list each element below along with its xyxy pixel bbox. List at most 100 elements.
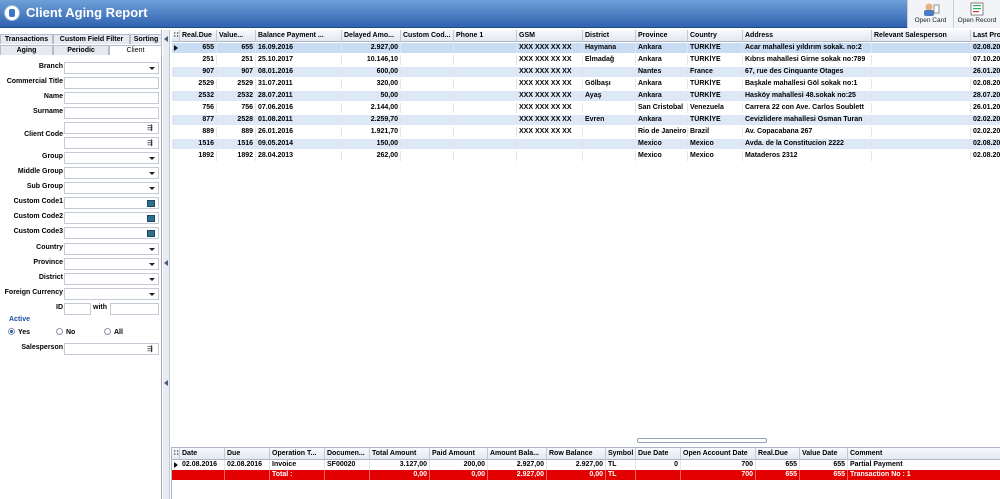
table-cell[interactable]: 1516 [217, 139, 256, 149]
table-cell[interactable]: 2529 [217, 79, 256, 89]
table-cell[interactable]: Evren [583, 115, 636, 125]
table-cell[interactable]: 2532 [217, 91, 256, 101]
table-cell[interactable] [401, 43, 454, 53]
column-header[interactable]: Symbol [606, 448, 636, 460]
table-cell[interactable]: Elmadağ [583, 55, 636, 65]
table-cell[interactable]: 907 [180, 67, 217, 77]
column-header[interactable]: ∷ [172, 448, 180, 460]
column-header[interactable]: Documen... [325, 448, 370, 460]
table-cell[interactable] [454, 79, 517, 89]
surname-input[interactable] [64, 107, 159, 119]
table-cell[interactable]: Mexico [688, 151, 743, 161]
table-cell[interactable]: 655 [756, 460, 800, 470]
foreign-currency-select[interactable] [64, 288, 159, 300]
table-cell[interactable]: 2528 [217, 115, 256, 125]
table-cell[interactable] [872, 67, 971, 77]
table-cell[interactable]: Mexico [636, 139, 688, 149]
table-cell[interactable]: Carrera 22 con Ave. Carlos Soublett [743, 103, 872, 113]
table-cell[interactable] [454, 151, 517, 161]
column-header[interactable]: Amount Bala... [488, 448, 547, 460]
table-cell[interactable]: 1892 [180, 151, 217, 161]
table-cell[interactable] [872, 91, 971, 101]
table-cell[interactable]: 25.10.2017 [256, 55, 342, 65]
table-cell[interactable]: XXX XXX XX XX [517, 115, 583, 125]
tab-client[interactable]: Client [109, 45, 162, 55]
panel-splitter[interactable] [163, 30, 170, 499]
table-cell[interactable]: 2.927,00 [547, 460, 606, 470]
column-header[interactable]: ∷ [172, 30, 180, 42]
table-row[interactable]: 907 907 08.01.2016 600,00 XXX XXX XX XX Nante… [172, 67, 1000, 77]
table-cell[interactable]: 01.08.2011 [256, 115, 342, 125]
table-cell[interactable]: 10.146,10 [342, 55, 401, 65]
table-cell[interactable] [583, 139, 636, 149]
active-all-radio[interactable]: All [104, 328, 123, 336]
column-header[interactable]: Row Balance [547, 448, 606, 460]
table-cell[interactable] [401, 127, 454, 137]
table-cell[interactable]: Invoice [270, 460, 325, 470]
tab-transactions[interactable]: Transactions [0, 34, 53, 44]
table-cell[interactable]: 67, rue des Cinquante Otages [743, 67, 872, 77]
table-cell[interactable]: France [688, 67, 743, 77]
province-select[interactable] [64, 258, 159, 270]
table-cell[interactable]: TÜRKİYE [688, 43, 743, 53]
name-input[interactable] [64, 92, 159, 104]
table-row[interactable]: 889 889 26.01.2016 1.921,70 XXX XXX XX XX Rio… [172, 127, 1000, 137]
table-cell[interactable]: Partial Payment [848, 460, 1000, 470]
lookup-icon[interactable] [147, 200, 155, 207]
table-cell[interactable]: 02.02.20 [971, 115, 1000, 125]
table-cell[interactable]: 889 [180, 127, 217, 137]
table-cell[interactable] [872, 79, 971, 89]
table-cell[interactable]: 150,00 [342, 139, 401, 149]
table-row[interactable]: 251 251 25.10.2017 10.146,10 XXX XXX XX XX El… [172, 55, 1000, 65]
table-cell[interactable] [454, 139, 517, 149]
column-header[interactable]: Open Account Date [681, 448, 756, 460]
table-cell[interactable]: 28.07.20 [971, 91, 1000, 101]
district-select[interactable] [64, 273, 159, 285]
table-cell[interactable] [517, 151, 583, 161]
tab-periodic[interactable]: Periodic [53, 45, 109, 55]
table-cell[interactable]: 07.10.20 [971, 55, 1000, 65]
active-no-radio[interactable]: No [56, 328, 75, 336]
lookup-icon[interactable] [147, 215, 155, 222]
group-select[interactable] [64, 152, 159, 164]
column-header[interactable]: Paid Amount [430, 448, 488, 460]
table-cell[interactable] [872, 151, 971, 161]
table-cell[interactable]: Venezuela [688, 103, 743, 113]
table-row[interactable]: 2532 2532 28.07.2011 50,00 XXX XXX XX XX Ayaş… [172, 91, 1000, 101]
table-cell[interactable]: 02.08.20 [971, 151, 1000, 161]
table-cell[interactable]: 0 [636, 460, 681, 470]
table-cell[interactable]: 31.07.2011 [256, 79, 342, 89]
table-cell[interactable] [872, 55, 971, 65]
table-cell[interactable]: 2.259,70 [342, 115, 401, 125]
table-cell[interactable]: 28.04.2013 [256, 151, 342, 161]
column-header[interactable]: Date [180, 448, 225, 460]
table-cell[interactable]: Cevizlidere mahallesi Osman Turan [743, 115, 872, 125]
table-cell[interactable] [872, 139, 971, 149]
picker-icon[interactable]: ⇶ [147, 140, 155, 147]
table-cell[interactable]: Ankara [636, 55, 688, 65]
table-cell[interactable]: 09.05.2014 [256, 139, 342, 149]
table-cell[interactable]: 02.08.2016 [225, 460, 270, 470]
column-header[interactable]: Country [688, 30, 743, 42]
collapse-arrow-icon[interactable] [164, 380, 168, 386]
open-record-button[interactable]: Open Record [953, 0, 1000, 28]
column-header[interactable]: Comment [848, 448, 1000, 460]
branch-select[interactable] [64, 62, 159, 74]
transaction-detail-grid[interactable]: ∷ Date Due Operation T... Documen... Total Am… [171, 447, 1000, 499]
table-cell[interactable]: 907 [217, 67, 256, 77]
table-cell[interactable]: Ankara [636, 43, 688, 53]
table-cell[interactable]: TÜRKİYE [688, 55, 743, 65]
table-cell[interactable]: 600,00 [342, 67, 401, 77]
column-header[interactable]: Value Date [800, 448, 848, 460]
column-header[interactable]: Operation T... [270, 448, 325, 460]
table-row[interactable]: 756 756 07.06.2016 2.144,00 XXX XXX XX XX San… [172, 103, 1000, 113]
table-cell[interactable]: Acar mahallesi yıldırım sokak. no:2 [743, 43, 872, 53]
tab-sorting[interactable]: Sorting [130, 34, 162, 44]
column-header[interactable]: Total Amount [370, 448, 430, 460]
table-cell[interactable]: 26.01.2016 [256, 127, 342, 137]
totals-row[interactable]: Total :0,00 0,00 2.927,00 0,00 TL 700 655 655 Tr… [172, 470, 1000, 480]
table-cell[interactable] [401, 79, 454, 89]
table-cell[interactable] [454, 55, 517, 65]
table-cell[interactable]: Mataderos 2312 [743, 151, 872, 161]
column-header[interactable]: Due [225, 448, 270, 460]
